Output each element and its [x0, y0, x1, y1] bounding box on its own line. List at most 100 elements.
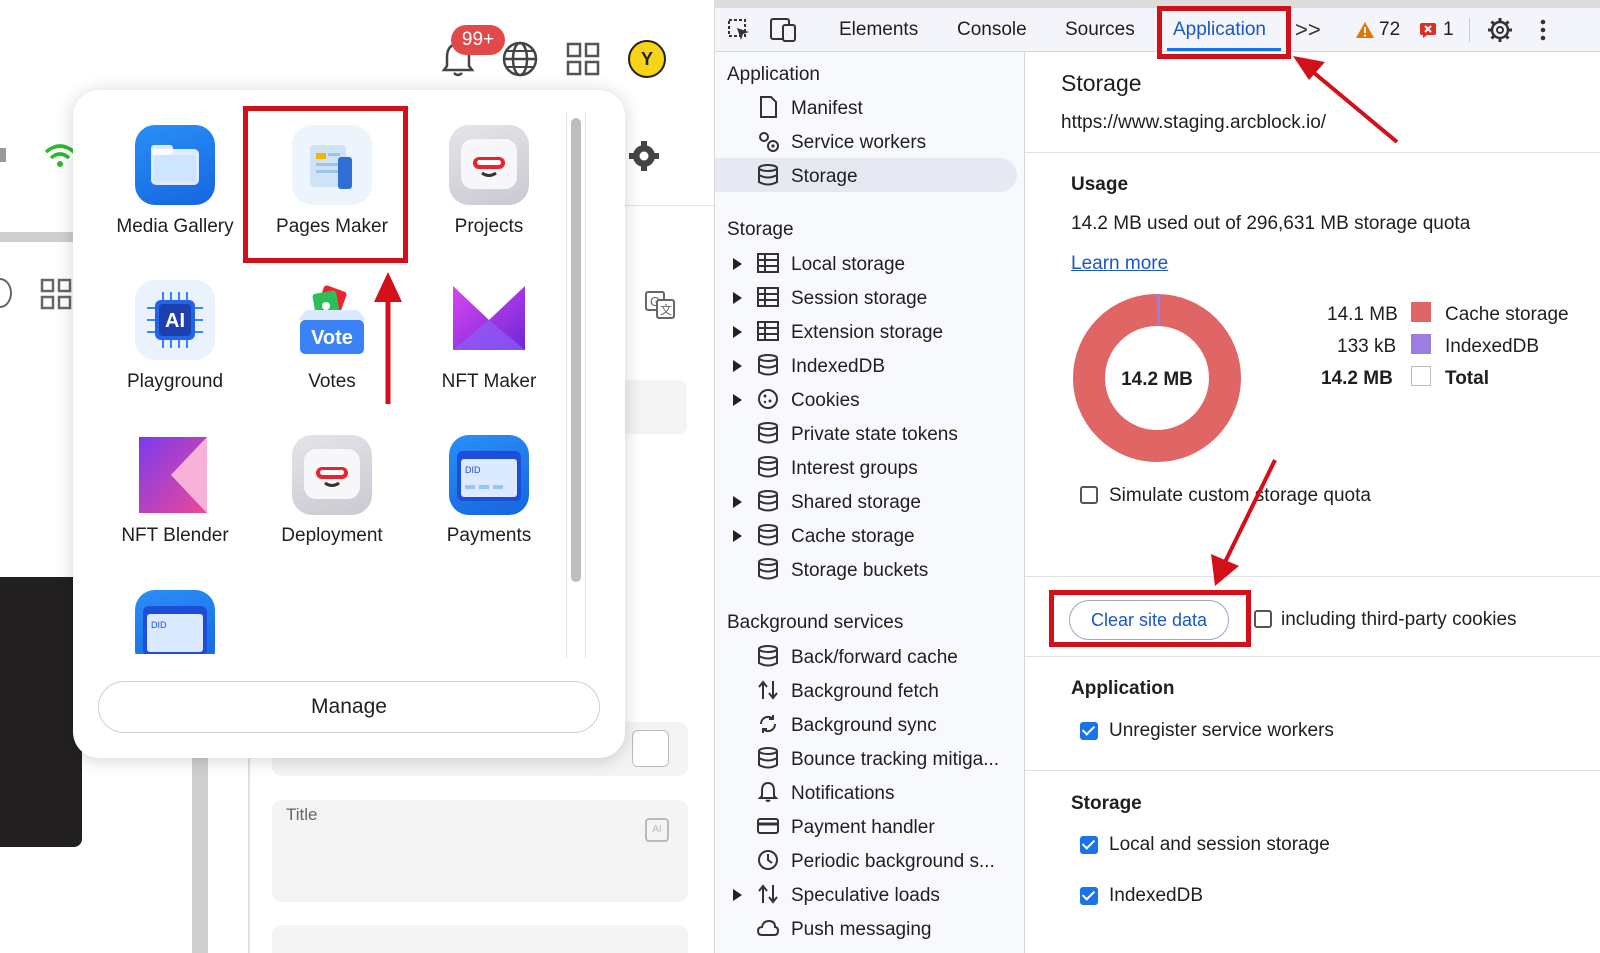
sidebar-item-back-forward-cache[interactable]: Back/forward cache — [791, 647, 958, 669]
sidebar-item-cookies[interactable]: Cookies — [791, 390, 860, 412]
sidebar-item-bounce-tracking[interactable]: Bounce tracking mitiga... — [791, 749, 999, 771]
inspect-element-icon[interactable] — [727, 18, 751, 42]
more-tabs-button[interactable]: >> — [1295, 8, 1321, 52]
expand-triangle-icon[interactable] — [733, 530, 742, 542]
votes-icon[interactable]: Vote — [292, 280, 372, 360]
sidebar-item-periodic-background-sync[interactable]: Periodic background s... — [791, 851, 995, 873]
cookie-icon — [757, 388, 779, 410]
annotation-box-pages-maker — [243, 106, 408, 263]
deployment-icon[interactable] — [292, 435, 372, 515]
expand-triangle-icon[interactable] — [733, 258, 742, 270]
expand-triangle-icon[interactable] — [733, 360, 742, 372]
nft-blender-icon[interactable] — [135, 435, 215, 515]
more-options-icon[interactable] — [1539, 18, 1547, 42]
indexeddb-checkbox[interactable] — [1080, 887, 1098, 905]
database-icon — [757, 354, 779, 376]
divider — [1025, 576, 1600, 577]
sidebar-item-private-state-tokens[interactable]: Private state tokens — [791, 424, 958, 446]
did-icon-text: DID — [465, 465, 481, 475]
table-icon — [757, 320, 779, 342]
sidebar-item-notifications[interactable]: Notifications — [791, 783, 895, 805]
storage-main-pane: Storage https://www.staging.arcblock.io/… — [1025, 52, 1600, 953]
sidebar-item-interest-groups[interactable]: Interest groups — [791, 458, 918, 480]
bg-divider — [625, 205, 714, 206]
app-label-nft-blender[interactable]: NFT Blender — [95, 525, 255, 547]
bg-gear-icon[interactable] — [628, 140, 660, 172]
sidebar-item-payment-handler[interactable]: Payment handler — [791, 817, 935, 839]
table-icon — [757, 286, 779, 308]
up-down-arrows-icon — [757, 883, 779, 905]
sidebar-item-background-fetch[interactable]: Background fetch — [791, 681, 939, 703]
device-toolbar-icon[interactable] — [769, 17, 797, 43]
service-workers-icon — [757, 130, 779, 152]
sidebar-item-indexeddb[interactable]: IndexedDB — [791, 356, 885, 378]
sidebar-header-storage: Storage — [727, 219, 794, 240]
expand-triangle-icon[interactable] — [733, 326, 742, 338]
tab-console[interactable]: Console — [957, 8, 1027, 52]
sidebar-item-background-sync[interactable]: Background sync — [791, 715, 937, 737]
chevron-left-icon — [0, 148, 6, 162]
table-icon — [757, 252, 779, 274]
sidebar-item-cache-storage[interactable]: Cache storage — [791, 526, 915, 548]
sidebar-item-speculative-loads[interactable]: Speculative loads — [791, 885, 940, 907]
sidebar-item-extension-storage[interactable]: Extension storage — [791, 322, 943, 344]
bg-checkbox[interactable] — [632, 730, 669, 767]
manage-button[interactable]: Manage — [98, 681, 600, 733]
warnings-count[interactable]: 72 — [1379, 8, 1400, 52]
payments-icon[interactable]: DID — [449, 435, 529, 515]
nft-maker-icon[interactable] — [449, 280, 529, 360]
translate-icon[interactable]: G文 — [644, 290, 676, 320]
error-icon[interactable] — [1419, 22, 1437, 38]
sidebar-item-manifest[interactable]: Manifest — [791, 98, 863, 120]
app-label-deployment[interactable]: Deployment — [252, 525, 412, 547]
errors-count[interactable]: 1 — [1443, 8, 1454, 52]
unregister-service-workers-checkbox[interactable] — [1080, 722, 1098, 740]
settings-gear-icon[interactable] — [1487, 17, 1513, 43]
local-session-storage-label[interactable]: Local and session storage — [1109, 834, 1330, 856]
app-label-payments[interactable]: Payments — [409, 525, 569, 547]
database-icon — [757, 747, 779, 769]
app-label-projects[interactable]: Projects — [409, 216, 569, 238]
warning-icon[interactable] — [1355, 21, 1375, 39]
sidebar-item-session-storage[interactable]: Session storage — [791, 288, 927, 310]
cloud-icon — [756, 917, 780, 939]
media-gallery-icon[interactable] — [135, 125, 215, 205]
globe-icon[interactable] — [501, 40, 539, 78]
app-label-nft-maker[interactable]: NFT Maker — [409, 371, 569, 393]
usage-header: Usage — [1071, 174, 1129, 195]
divider — [1025, 656, 1600, 657]
third-party-cookies-label[interactable]: including third-party cookies — [1281, 609, 1517, 631]
sidebar-item-storage-buckets[interactable]: Storage buckets — [791, 560, 928, 582]
projects-icon[interactable] — [449, 125, 529, 205]
tab-sources[interactable]: Sources — [1065, 8, 1135, 52]
indexeddb-clear-label[interactable]: IndexedDB — [1109, 885, 1203, 907]
partial-app-tile[interactable]: DID — [135, 590, 215, 654]
app-label-media-gallery[interactable]: Media Gallery — [95, 216, 255, 238]
apps-grid-icon[interactable] — [566, 42, 600, 76]
expand-triangle-icon[interactable] — [733, 292, 742, 304]
sidebar-item-shared-storage[interactable]: Shared storage — [791, 492, 921, 514]
third-party-cookies-checkbox[interactable] — [1254, 610, 1272, 628]
popup-scrollbar[interactable] — [571, 118, 581, 582]
ai-chip-icon[interactable]: AI — [645, 818, 669, 842]
bell-icon — [757, 781, 779, 803]
sidebar-item-storage[interactable]: Storage — [791, 166, 858, 188]
learn-more-link[interactable]: Learn more — [1071, 253, 1168, 275]
local-session-storage-checkbox[interactable] — [1080, 836, 1098, 854]
playground-icon[interactable]: AI — [135, 280, 215, 360]
expand-triangle-icon[interactable] — [733, 394, 742, 406]
expand-triangle-icon[interactable] — [733, 889, 742, 901]
database-icon — [757, 490, 779, 512]
legend-label-indexeddb: IndexedDB — [1445, 336, 1540, 357]
sidebar-item-local-storage[interactable]: Local storage — [791, 254, 905, 276]
app-label-playground[interactable]: Playground — [95, 371, 255, 393]
title-field[interactable] — [272, 800, 688, 902]
sync-icon — [757, 713, 779, 735]
tab-elements[interactable]: Elements — [839, 8, 918, 52]
avatar[interactable]: Y — [628, 40, 666, 78]
sidebar-item-service-workers[interactable]: Service workers — [791, 132, 926, 154]
simulate-quota-checkbox[interactable] — [1080, 486, 1098, 504]
sidebar-item-push-messaging[interactable]: Push messaging — [791, 919, 931, 941]
expand-triangle-icon[interactable] — [733, 496, 742, 508]
unregister-service-workers-label[interactable]: Unregister service workers — [1109, 720, 1334, 742]
